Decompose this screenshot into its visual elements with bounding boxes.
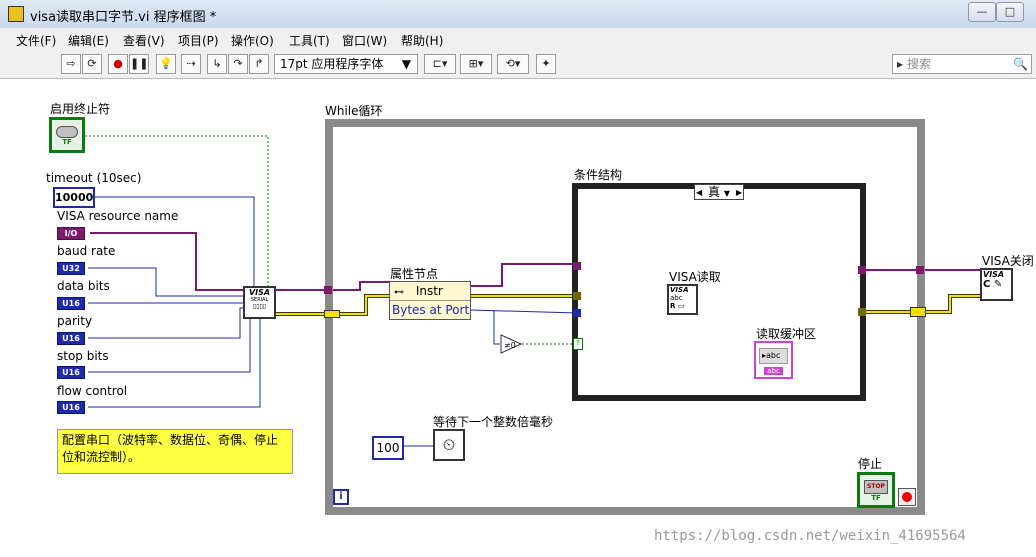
stop-bits-label: stop bits [57,349,109,363]
resource-name-label: VISA resource name [57,209,179,223]
tunnel-case-resource-out [858,266,866,274]
case-selector-terminal: ? [573,338,583,350]
not-equal-zero-node[interactable]: ≠0 [500,334,523,354]
flow-control-control[interactable]: U16 [57,401,85,414]
while-loop-label: While循环 [325,104,383,118]
tunnel-case-resource [573,262,581,270]
visa-read-label: VISA读取 [669,270,721,284]
configure-comment[interactable]: 配置串口（波特率、数据位、奇偶、停止位和流控制）。 [57,429,293,474]
svg-text:≠0: ≠0 [504,341,516,350]
stop-label: 停止 [858,457,883,471]
case-next-icon[interactable]: ▶ [736,185,742,200]
watermark: https://blog.csdn.net/weixin_41695564 [654,528,966,544]
case-selector-value: 真 [708,185,721,199]
resource-name-control[interactable]: I/O [57,227,85,240]
property-node-label: 属性节点 [390,267,439,281]
visa-close-node[interactable]: VISA C ✎ [980,268,1013,301]
tunnel-resource-in [324,286,332,294]
iteration-terminal: i [333,489,349,505]
tunnel-case-error-out [858,308,866,316]
data-bits-control[interactable]: U16 [57,297,85,310]
parity-label: parity [57,314,93,328]
stop-button-control[interactable]: STOP TF [857,472,895,508]
shift-register-error-out [910,307,926,317]
baud-rate-label: baud rate [57,244,116,258]
case-prev-icon[interactable]: ◀ [696,185,702,200]
timeout-constant[interactable]: 10000 [53,187,95,208]
tunnel-error-in [324,310,340,318]
loop-condition-terminal[interactable] [898,488,916,506]
property-bytes-at-port[interactable]: Bytes at Port [390,301,470,319]
tunnel-resource-out [916,266,924,274]
chevron-down-icon[interactable]: ▼ [724,189,730,198]
compare-triangle-icon: ≠0 [500,334,523,354]
parity-control[interactable]: U16 [57,332,85,345]
property-node[interactable]: ⊷ Instr Bytes at Port [389,281,471,320]
timeout-label: timeout (10sec) [46,171,142,185]
case-selector[interactable]: ◀ 真 ▼ ▶ [694,184,744,200]
data-bits-label: data bits [57,279,110,293]
stop-icon: STOP [864,480,888,494]
visa-read-node[interactable]: VISA abc R ▭ [667,284,698,315]
metronome-icon[interactable]: ⏲ [433,429,465,461]
property-node-class: Instr [415,284,443,298]
enable-terminator-control[interactable]: TF [49,117,85,153]
string-indicator-icon: ▸abc [759,348,788,364]
enable-terminator-label: 启用终止符 [50,102,111,116]
flow-control-label: flow control [57,384,128,398]
read-buffer-label: 读取缓冲区 [756,327,817,341]
wait-label: 等待下一个整数倍毫秒 [433,415,554,429]
visa-close-label: VISA关闭 [982,254,1034,268]
tunnel-case-error [573,292,581,300]
stop-bits-control[interactable]: U16 [57,366,85,379]
wait-constant[interactable]: 100 [372,436,404,460]
case-structure[interactable] [572,183,866,401]
key-icon: ⊷ [394,287,404,298]
stop-if-true-icon [902,492,912,502]
tunnel-case-count [573,309,581,317]
baud-rate-control[interactable]: U32 [57,262,85,275]
boolean-led-icon [56,126,78,138]
visa-configure-serial-node[interactable]: VISA SERIAL ▯▯▯▯ [243,286,276,319]
case-structure-label: 条件结构 [574,168,623,182]
read-buffer-indicator[interactable]: ▸abc abc [754,341,793,379]
